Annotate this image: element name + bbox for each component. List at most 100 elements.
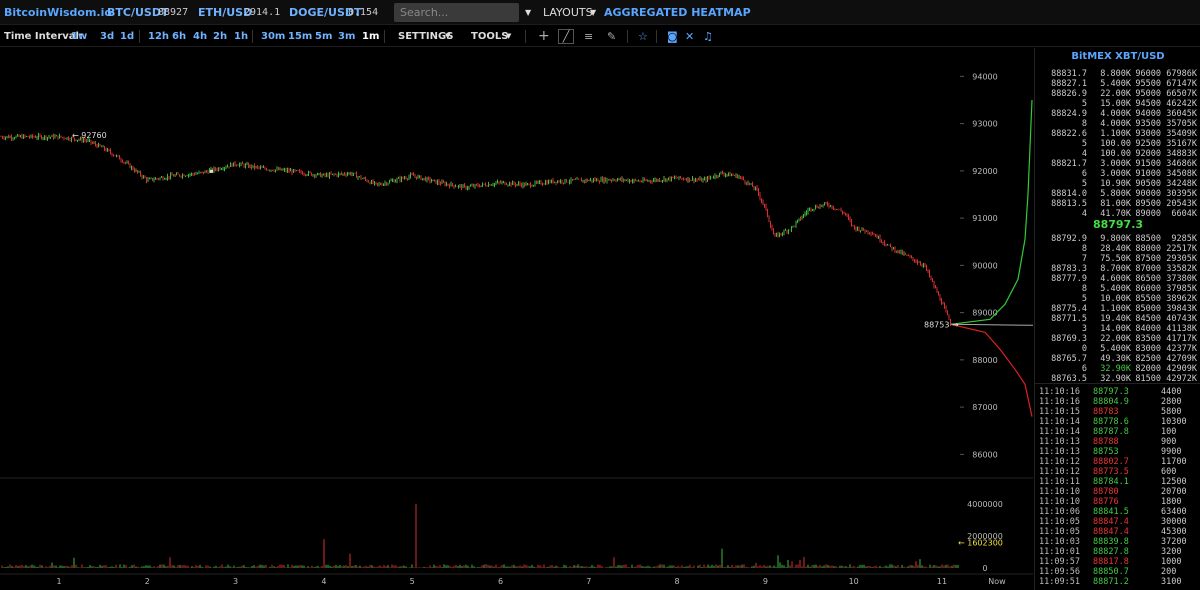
y-axis-tick-label: 90000 — [972, 261, 997, 270]
chart-canvas[interactable]: 94000 93000 92000 91000 90000 89000 88000 87000… — [0, 48, 1033, 590]
bid-price: 8 — [1081, 244, 1087, 254]
fullscreen-icon[interactable]: ✕ — [685, 26, 694, 47]
ask-row[interactable]: 8 4.000K 93500 35705K — [1035, 119, 1200, 129]
camera-icon[interactable]: ◙ — [667, 26, 678, 47]
interval-1w[interactable]: 1w — [71, 26, 87, 47]
bid-row[interactable]: 88765.7 49.30K 82500 42709K — [1035, 354, 1200, 364]
y-axis-tick-label: 87000 — [972, 403, 997, 412]
ask-row[interactable]: 5 15.00K 94500 46242K — [1035, 99, 1200, 109]
bid-total: 41717K — [1166, 334, 1197, 344]
y-axis-tick-label: 88000 — [972, 356, 997, 365]
ask-price: 88821.7 — [1051, 159, 1087, 169]
interval-1m[interactable]: 1m — [362, 26, 379, 47]
bid-total: 42709K — [1166, 354, 1197, 364]
interval-1h[interactable]: 1h — [234, 26, 248, 47]
price-chart[interactable]: 94000 93000 92000 91000 90000 89000 88000 87000… — [0, 48, 1033, 590]
orderbook-title[interactable]: BitMEX XBT/USD — [1035, 51, 1200, 62]
bid-row[interactable]: 7 75.50K 87500 29305K — [1035, 254, 1200, 264]
interval-4h[interactable]: 4h — [193, 26, 207, 47]
bid-total: 41138K — [1166, 324, 1197, 334]
interval-2h[interactable]: 2h — [213, 26, 227, 47]
tools-chevron-icon[interactable]: ▼ — [506, 26, 511, 47]
bid-row[interactable]: 0 5.400K 83000 42377K — [1035, 344, 1200, 354]
bid-row[interactable]: 3 14.00K 84000 41138K — [1035, 324, 1200, 334]
toolbar-divider — [525, 30, 526, 43]
line-tool-icon[interactable]: ╱ — [558, 29, 574, 44]
bid-row[interactable]: 88771.5 19.40K 84500 40743K — [1035, 314, 1200, 324]
trade-row: 11:09:57 88817.8 1000 — [1035, 557, 1200, 567]
ask-row[interactable]: 88813.5 81.00K 89500 20543K — [1035, 199, 1200, 209]
site-logo[interactable]: BitcoinWisdom.io — [4, 0, 112, 25]
interval-3d[interactable]: 3d — [100, 26, 114, 47]
fib-tool-icon[interactable]: ≡ — [584, 26, 593, 47]
ask-price: 88826.9 — [1051, 89, 1087, 99]
trade-row: 11:10:06 88841.5 63400 — [1035, 507, 1200, 517]
settings-chevron-icon[interactable]: ▼ — [445, 26, 450, 47]
ask-total: 35167K — [1166, 139, 1197, 149]
search-input[interactable] — [394, 3, 519, 22]
ask-row[interactable]: 88814.0 5.800K 90000 30395K — [1035, 189, 1200, 199]
trade-price: 88841.5 — [1093, 507, 1129, 517]
ask-price: 5 — [1081, 99, 1087, 109]
ask-size: 100.00 — [1100, 149, 1131, 159]
trade-time: 11:09:51 — [1039, 577, 1080, 587]
bid-row[interactable]: 6 32.90K 82000 42909K — [1035, 364, 1200, 374]
star-icon[interactable]: ☆ — [638, 26, 648, 47]
volume-tick-label: 4000000 — [967, 500, 1003, 509]
bid-row[interactable]: 88792.9 9.800K 88500 9285K — [1035, 234, 1200, 244]
bid-row[interactable]: 88775.4 1.100K 85000 39843K — [1035, 304, 1200, 314]
layouts-chevron-icon[interactable]: ▼ — [590, 0, 596, 25]
ask-level: 92000 — [1135, 149, 1161, 159]
alert-bell-icon[interactable]: ♫ — [703, 26, 713, 47]
ask-row[interactable]: 88821.7 3.000K 91500 34686K — [1035, 159, 1200, 169]
interval-1d[interactable]: 1d — [120, 26, 134, 47]
bid-total: 9285K — [1171, 234, 1197, 244]
bid-row[interactable]: 88769.3 22.00K 83500 41717K — [1035, 334, 1200, 344]
bid-level: 85000 — [1135, 304, 1161, 314]
ask-row[interactable]: 4 100.00 92000 34883K — [1035, 149, 1200, 159]
trade-size: 11700 — [1161, 457, 1187, 467]
crosshair-icon[interactable]: + — [538, 26, 550, 47]
interval-15m[interactable]: 15m — [288, 26, 312, 47]
trade-row: 11:10:16 88797.3 4400 — [1035, 387, 1200, 397]
aggregated-heatmap-link[interactable]: AGGREGATED HEATMAP — [604, 0, 751, 25]
brush-icon[interactable]: ✎ — [607, 26, 616, 47]
ask-level: 95000 — [1135, 89, 1161, 99]
y-axis-tick-label: 86000 — [972, 450, 997, 459]
ask-row[interactable]: 88824.9 4.000K 94000 36045K — [1035, 109, 1200, 119]
layouts-menu[interactable]: LAYOUTS — [543, 0, 593, 25]
ask-level: 90000 — [1135, 189, 1161, 199]
ask-row[interactable]: 88827.1 5.400K 95500 67147K — [1035, 79, 1200, 89]
tools-menu[interactable]: TOOLS — [471, 26, 508, 47]
orderbook-panel: BitMEX XBT/USD 88831.7 8.800K 96000 67986K 8… — [1034, 48, 1200, 590]
bid-row[interactable]: 88777.9 4.600K 86500 37380K — [1035, 274, 1200, 284]
bid-row[interactable]: 8 28.40K 88000 22517K — [1035, 244, 1200, 254]
toolbar-divider — [252, 30, 253, 43]
interval-3m[interactable]: 3m — [338, 26, 355, 47]
ask-row[interactable]: 6 3.000K 91000 34508K — [1035, 169, 1200, 179]
ask-row[interactable]: 88822.6 1.100K 93000 35409K — [1035, 129, 1200, 139]
trade-size: 3200 — [1161, 547, 1182, 557]
ask-row[interactable]: 88831.7 8.800K 96000 67986K — [1035, 69, 1200, 79]
interval-12h[interactable]: 12h — [148, 26, 169, 47]
trade-size: 600 — [1161, 467, 1177, 477]
x-axis-tick-label: 9 — [763, 577, 768, 586]
interval-30m[interactable]: 30m — [261, 26, 285, 47]
trade-size: 12500 — [1161, 477, 1187, 487]
y-axis-tick-label: 91000 — [972, 214, 997, 223]
ask-row[interactable]: 5 10.90K 90500 34248K — [1035, 179, 1200, 189]
volume-tick-label: 0 — [982, 564, 987, 573]
interval-5m[interactable]: 5m — [315, 26, 332, 47]
ask-level: 89500 — [1135, 199, 1161, 209]
bid-row[interactable]: 88783.3 8.700K 87000 33582K — [1035, 264, 1200, 274]
bid-row[interactable]: 8 5.400K 86000 37985K — [1035, 284, 1200, 294]
ask-size: 4.000K — [1100, 119, 1131, 129]
ask-row[interactable]: 5 100.00 92500 35167K — [1035, 139, 1200, 149]
bid-row[interactable]: 5 10.00K 85500 38962K — [1035, 294, 1200, 304]
ask-size: 8.800K — [1100, 69, 1131, 79]
search-dropdown-icon[interactable]: ▼ — [525, 0, 531, 25]
trade-time: 11:10:06 — [1039, 507, 1080, 517]
interval-6h[interactable]: 6h — [172, 26, 186, 47]
ask-row[interactable]: 88826.9 22.00K 95000 66507K — [1035, 89, 1200, 99]
trade-row: 11:10:15 88783 5800 — [1035, 407, 1200, 417]
